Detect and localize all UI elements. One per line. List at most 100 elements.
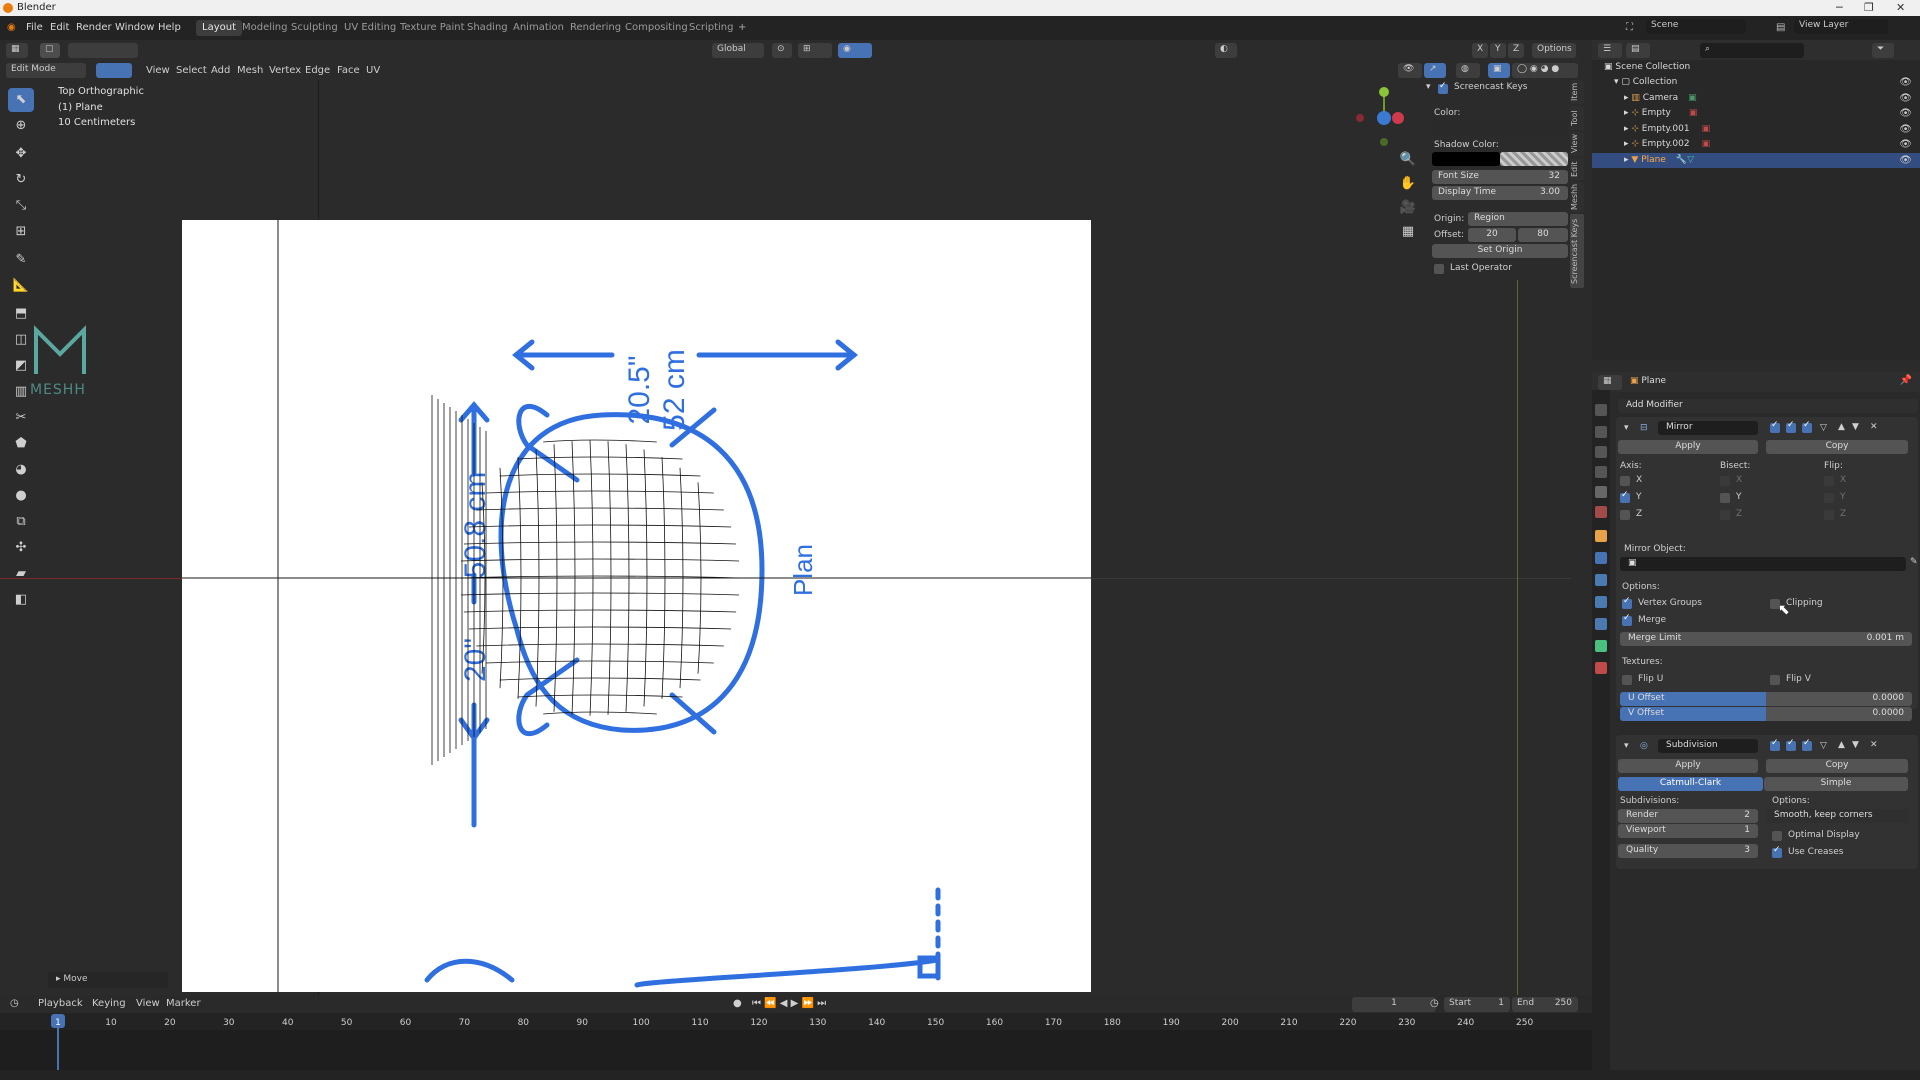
cage-icon[interactable]: ▽ (1820, 741, 1827, 751)
menu-uv[interactable]: UV (366, 65, 380, 76)
pin-icon[interactable]: 📌 (1900, 375, 1912, 386)
pivot-icon[interactable]: ⊙ (772, 43, 792, 58)
offset-x-field[interactable]: 20 (1468, 228, 1516, 242)
shadow-color-swatch[interactable] (1432, 152, 1500, 166)
menu-select[interactable]: Select (176, 65, 207, 76)
subdivision-apply-button[interactable]: Apply (1618, 759, 1758, 773)
viewport-levels-field[interactable]: Viewport 1 (1618, 824, 1758, 838)
navigation-gizmo[interactable] (1352, 84, 1412, 154)
eyedropper-icon[interactable]: ✎ (1910, 557, 1918, 567)
viewport-toggle[interactable] (1786, 738, 1796, 751)
outliner-collection[interactable]: ▾ ▢ Collection 👁 (1592, 75, 1920, 90)
camera-view-icon[interactable]: 🎥 (1396, 200, 1420, 222)
font-size-field[interactable]: Font Size 32 (1432, 170, 1568, 184)
menu-file[interactable]: File (26, 22, 43, 33)
tab-screencast-keys[interactable]: Screencast Keys (1570, 214, 1584, 288)
visibility-eye-icon[interactable]: 👁 (1899, 153, 1912, 168)
menu-add[interactable]: Add (211, 65, 230, 76)
view-layer-properties-icon[interactable] (1595, 466, 1607, 478)
bisect-y-checkbox[interactable] (1720, 493, 1730, 503)
v-offset-field[interactable]: V Offset 0.0000 (1620, 707, 1912, 721)
menu-render[interactable]: Render (76, 22, 112, 33)
menu-edge[interactable]: Edge (305, 65, 330, 76)
display-time-field[interactable]: Display Time 3.00 (1432, 186, 1568, 200)
marker-menu[interactable]: Marker (166, 998, 201, 1009)
outliner-scene-collection[interactable]: ▣ Scene Collection (1592, 60, 1920, 75)
last-operator-checkbox[interactable] (1434, 264, 1444, 274)
visibility-eye-icon[interactable]: 👁 (1899, 75, 1912, 90)
render-properties-icon[interactable] (1595, 426, 1607, 438)
u-offset-field[interactable]: U Offset 0.0000 (1620, 692, 1912, 706)
overlay-icon[interactable]: ◐ (1215, 43, 1237, 58)
collapse-icon[interactable]: ▾ (1624, 741, 1629, 751)
modifier-properties-icon[interactable] (1595, 552, 1607, 564)
output-properties-icon[interactable] (1595, 446, 1607, 458)
zoom-icon[interactable]: 🔍 (1396, 152, 1420, 174)
gizmo-toggle-icon[interactable]: ↗ (1424, 63, 1446, 78)
mirror-apply-button[interactable]: Apply (1618, 440, 1758, 454)
mirror-x-toggle[interactable]: X (1472, 43, 1488, 58)
object-properties-icon[interactable] (1595, 530, 1607, 542)
remove-modifier-icon[interactable]: ✕ (1870, 422, 1878, 432)
flip-v-checkbox[interactable] (1770, 675, 1780, 685)
origin-dropdown[interactable]: Region (1468, 212, 1568, 226)
end-frame-field[interactable]: End 250 (1512, 997, 1578, 1012)
minimize-icon[interactable]: ─ (1836, 1, 1843, 14)
bisect-z-checkbox[interactable] (1720, 510, 1730, 520)
mirror-object-field[interactable]: ▣ (1620, 557, 1906, 571)
select-tool-icon[interactable]: ⬉ (8, 88, 34, 112)
flip-x-checkbox[interactable] (1824, 476, 1834, 486)
cursor-tool-icon[interactable]: ⊕ (8, 114, 34, 138)
world-properties-icon[interactable] (1595, 506, 1607, 518)
use-creases-checkbox[interactable] (1772, 845, 1782, 858)
edit-mode-toggle[interactable] (1770, 738, 1780, 751)
visibility-eye-icon[interactable]: 👁 (1899, 91, 1912, 106)
catmull-clark-button[interactable]: Catmull-Clark (1618, 777, 1763, 791)
menu-vertex[interactable]: Vertex (269, 65, 301, 76)
view-menu[interactable]: View (136, 998, 160, 1009)
poly-build-tool-icon[interactable]: ⬟ (8, 432, 34, 456)
cage-icon[interactable]: ▽ (1820, 423, 1827, 433)
material-properties-icon[interactable] (1595, 662, 1607, 674)
axis-z-checkbox[interactable] (1620, 510, 1630, 520)
editor-type-icon[interactable]: ▦ (6, 43, 28, 58)
mirror-name-field[interactable]: Mirror (1658, 421, 1758, 435)
pan-hand-icon[interactable]: ✋ (1396, 176, 1420, 198)
vertex-edge-face-select[interactable] (96, 63, 132, 78)
smooth-tool-icon[interactable]: ● (8, 484, 34, 508)
render-toggle[interactable] (1802, 420, 1812, 433)
axis-x-checkbox[interactable] (1620, 476, 1630, 486)
tab-rendering[interactable]: Rendering (564, 20, 627, 36)
tab-uv-editing[interactable]: UV Editing (338, 20, 402, 36)
render-levels-field[interactable]: Render 2 (1618, 809, 1758, 823)
view-layer-selector[interactable]: View Layer (1794, 19, 1888, 34)
vertex-groups-checkbox[interactable] (1622, 596, 1632, 609)
rip-region-tool-icon[interactable]: ◧ (8, 588, 34, 612)
blender-menu-icon[interactable]: ◉ (7, 22, 16, 33)
flip-u-checkbox[interactable] (1622, 675, 1632, 685)
menu-mesh[interactable]: Mesh (237, 65, 263, 76)
shading-mode-buttons[interactable]: ◯ ◉ ◕ ● (1512, 63, 1578, 78)
edit-mesh-wireframe[interactable] (431, 395, 741, 765)
axis-y-checkbox[interactable] (1620, 490, 1630, 503)
measure-tool-icon[interactable]: 📐 (8, 274, 34, 298)
bevel-tool-icon[interactable]: ◩ (8, 354, 34, 378)
ortho-grid-icon[interactable]: ▦ (1396, 224, 1420, 246)
current-frame-field[interactable]: 1 (1352, 997, 1436, 1012)
visibility-eye-icon[interactable]: 👁 (1899, 122, 1912, 137)
shear-tool-icon[interactable]: ▰ (8, 562, 34, 586)
flip-z-checkbox[interactable] (1824, 510, 1834, 520)
spin-tool-icon[interactable]: ◕ (8, 458, 34, 482)
filter-icon[interactable]: ⏷ (1872, 43, 1894, 58)
options-dropdown[interactable]: Options (1532, 43, 1576, 58)
playback-controls[interactable]: ⏮ ⏪ ◀ ▶ ⏩ ⏭ (752, 998, 826, 1009)
loop-cut-tool-icon[interactable]: ▥ (8, 380, 34, 404)
tab-item[interactable]: Item (1570, 80, 1584, 104)
collapse-icon[interactable]: ▾ (1624, 423, 1629, 433)
view-object-types-icon[interactable]: 👁 (1398, 63, 1422, 78)
inset-tool-icon[interactable]: ◫ (8, 328, 34, 352)
outliner-item-empty-001[interactable]: ▸ ⊹ Empty.001 ▣ 👁 (1592, 122, 1920, 137)
keying-menu[interactable]: Keying (92, 998, 126, 1009)
start-frame-field[interactable]: Start 1 (1444, 997, 1510, 1012)
render-toggle[interactable] (1802, 738, 1812, 751)
